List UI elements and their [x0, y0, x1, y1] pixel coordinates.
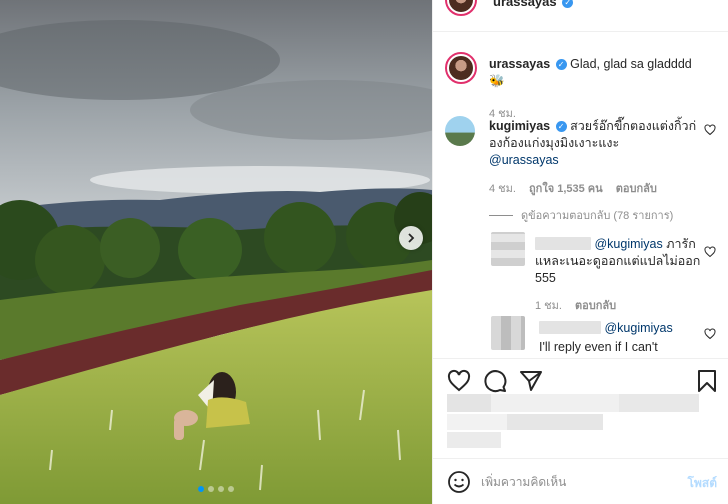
caption-avatar[interactable]	[445, 52, 477, 84]
carousel-indicator	[0, 486, 432, 492]
caption-text: Glad, glad sa gladddd	[570, 57, 692, 71]
reply-button[interactable]: ตอบกลับ	[616, 183, 657, 195]
verified-badge-icon: ✓	[555, 59, 567, 70]
owner-avatar[interactable]	[445, 0, 477, 16]
reply-like-heart-icon[interactable]	[704, 328, 716, 340]
reply-time: 1 ชม.	[535, 300, 562, 312]
reply-mention[interactable]: @kugimiyas	[604, 321, 672, 335]
carousel-dot	[218, 486, 224, 492]
blurred-username	[535, 237, 591, 250]
bee-emoji-icon: 🐝	[489, 74, 505, 88]
reply-button[interactable]: ตอบกลับ	[575, 300, 616, 312]
commenter-avatar[interactable]	[445, 116, 475, 146]
comment-likes[interactable]: ถูกใจ 1,535 คน	[529, 183, 603, 195]
verified-badge-icon: ✓	[555, 121, 567, 132]
caption-username[interactable]: urassayas	[489, 57, 550, 71]
comment-input[interactable]	[481, 471, 661, 493]
owner-username-header[interactable]: urassayas ✓	[493, 0, 574, 9]
next-slide-button[interactable]	[399, 226, 423, 250]
post-comment-button[interactable]: โพสต์	[688, 474, 717, 493]
reply-avatar-blurred[interactable]	[491, 316, 525, 350]
chevron-right-icon	[408, 233, 415, 243]
comment-time: 4 ชม.	[489, 183, 516, 195]
comment-like-heart-icon[interactable]	[704, 124, 716, 136]
view-replies-label: ดูข้อความตอบกลับ (78 รายการ)	[521, 210, 674, 222]
comment-username[interactable]: kugimiyas	[489, 119, 550, 133]
likes-info-blurred	[433, 390, 728, 454]
landscape-image	[0, 0, 432, 504]
comment-mention[interactable]: @urassayas	[489, 153, 559, 167]
post-details-panel: urassayas ✓ urassayas ✓ Glad, glad sa gl…	[432, 0, 728, 504]
carousel-dot	[208, 486, 214, 492]
blurred-username	[539, 321, 601, 334]
reply-mention[interactable]: @kugimiyas	[594, 237, 662, 251]
add-comment-bar: โพสต์	[433, 458, 728, 504]
post-header: urassayas ✓	[433, 0, 728, 32]
carousel-dot	[198, 486, 204, 492]
post-photo[interactable]	[0, 0, 432, 504]
carousel-dot	[228, 486, 234, 492]
reply-text: I'll reply even if I can't	[539, 340, 658, 354]
view-replies-button[interactable]: ดูข้อความตอบกลับ (78 รายการ)	[489, 206, 673, 224]
reply-avatar-blurred[interactable]	[491, 232, 525, 266]
verified-badge-icon: ✓	[562, 0, 574, 8]
reply-like-heart-icon[interactable]	[704, 246, 716, 258]
emoji-icon[interactable]	[447, 470, 471, 494]
